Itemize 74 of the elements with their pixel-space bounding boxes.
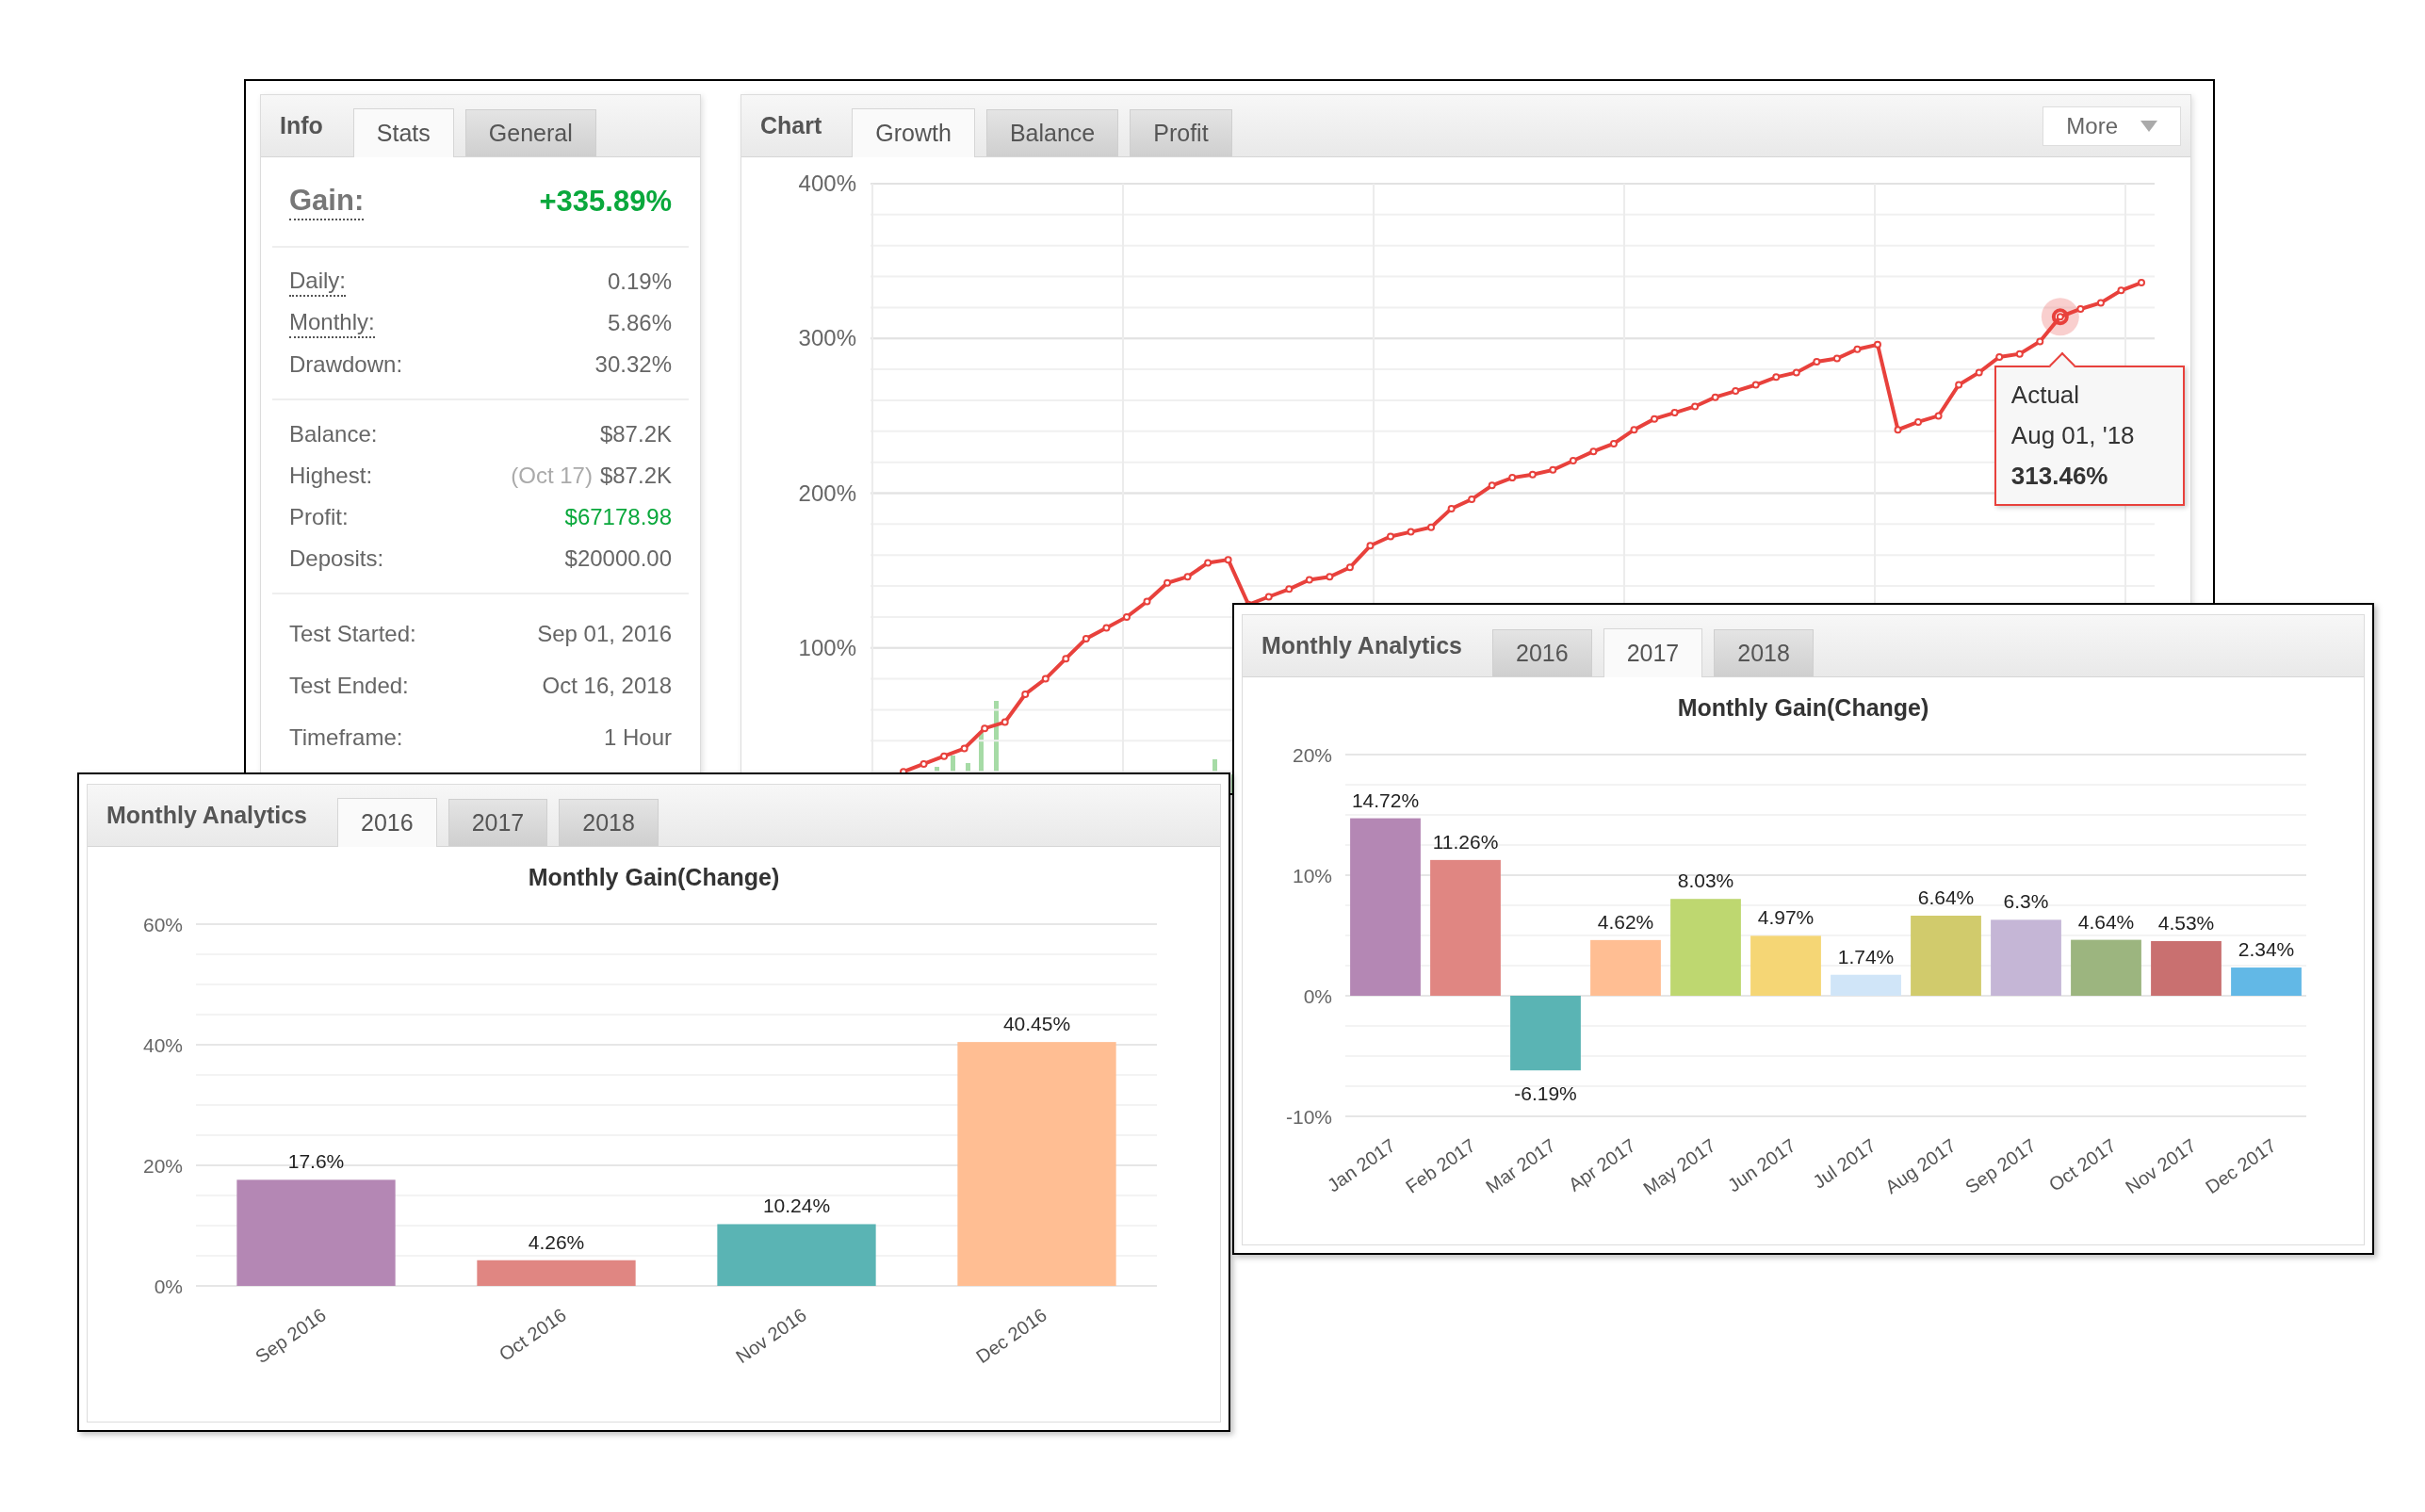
stat-label: Daily: [289,267,346,297]
stat-label: Drawdown: [289,350,403,379]
panel-heading: Monthly Analytics [1261,630,1462,660]
tick-label: 60% [142,913,183,935]
stat-value: 5.86% [607,309,672,337]
stat-note: (Oct 17) [511,462,593,490]
tick-label: 0% [154,1275,183,1297]
value-label: 14.72% [1351,789,1420,811]
tab[interactable]: 2016 [337,798,437,847]
tick-label: 40% [142,1033,183,1056]
stat-value: 0.19% [607,268,672,296]
stat-value: 1 Hour [603,723,672,752]
tab[interactable]: Profit [1130,109,1232,156]
panel-heading: Info [280,110,323,140]
stat-label: Deposits: [289,545,384,573]
stat-value: $20000.00 [564,545,672,573]
stat-value: Oct 16, 2018 [542,671,672,700]
chart-title: Monthly Gain(Change) [528,863,780,892]
tick-label: -10% [1285,1105,1332,1128]
value-label: 1.74% [1837,945,1895,967]
value-label: 4.26% [528,1230,585,1253]
value-label: 4.64% [2077,910,2135,933]
stat-label: Profit: [289,503,349,531]
stat-value: $87.2K [599,420,672,448]
highlight-marker [2041,298,2079,336]
tab[interactable]: 2017 [448,799,548,846]
more-button[interactable]: More [2043,106,2181,146]
gain-value: +335.89% [539,183,672,219]
tick-label: 200% [798,480,856,506]
tick-label: 100% [798,634,856,660]
value-label: 4.97% [1757,905,1815,928]
stat-label: Monthly: [289,308,375,338]
tick-label: 0% [1303,984,1332,1007]
tick-label: 10% [1292,864,1332,886]
tab[interactable]: 2018 [1714,629,1814,676]
tab[interactable]: 2018 [559,799,659,846]
tab[interactable]: Balance [985,109,1119,156]
tooltip-date: Aug 01, '18 [2010,420,2136,452]
value-label: 2.34% [2238,937,2295,960]
stat-label: Timeframe: [289,723,403,752]
tab[interactable]: 2017 [1603,628,1703,677]
caret-icon [2140,121,2157,132]
value-label: 4.53% [2157,911,2215,934]
tab[interactable]: Stats [352,108,454,157]
stat-label: Highest: [289,462,373,490]
value-label: 10.24% [762,1194,831,1216]
stat-label: Balance: [289,420,378,448]
stat-value: Sep 01, 2016 [537,619,672,648]
value-label: 4.62% [1597,910,1654,933]
tab[interactable]: Growth [852,108,975,157]
stat-label: Test Started: [289,619,416,648]
value-label: 6.3% [2003,889,2049,912]
tick-label: 20% [142,1154,183,1177]
chart-title: Monthly Gain(Change) [1677,693,1929,723]
stat-value: 30.32% [594,350,672,379]
value-label: -6.19% [1514,1081,1577,1104]
value-label: 6.64% [1917,886,1975,908]
panel-heading: Chart [760,110,822,140]
tab[interactable]: General [464,109,596,156]
tick-label: 20% [1292,743,1332,766]
gain-label: Gain: [289,182,365,221]
value-label: 40.45% [1002,1012,1071,1034]
panel-heading: Monthly Analytics [106,800,307,830]
tab[interactable]: 2016 [1492,629,1592,676]
stat-label: Test Ended: [289,671,409,700]
value-label: 8.03% [1677,869,1734,891]
tooltip-series: Actual [2010,380,2081,412]
value-label: 17.6% [287,1149,345,1172]
value-label: 11.26% [1432,830,1499,853]
tooltip-value: 313.46% [2010,461,2109,493]
stat-value: $67178.98 [564,503,672,531]
stat-value: $87.2K [599,462,672,490]
tick-label: 300% [798,325,856,351]
tick-label: 400% [798,171,856,196]
